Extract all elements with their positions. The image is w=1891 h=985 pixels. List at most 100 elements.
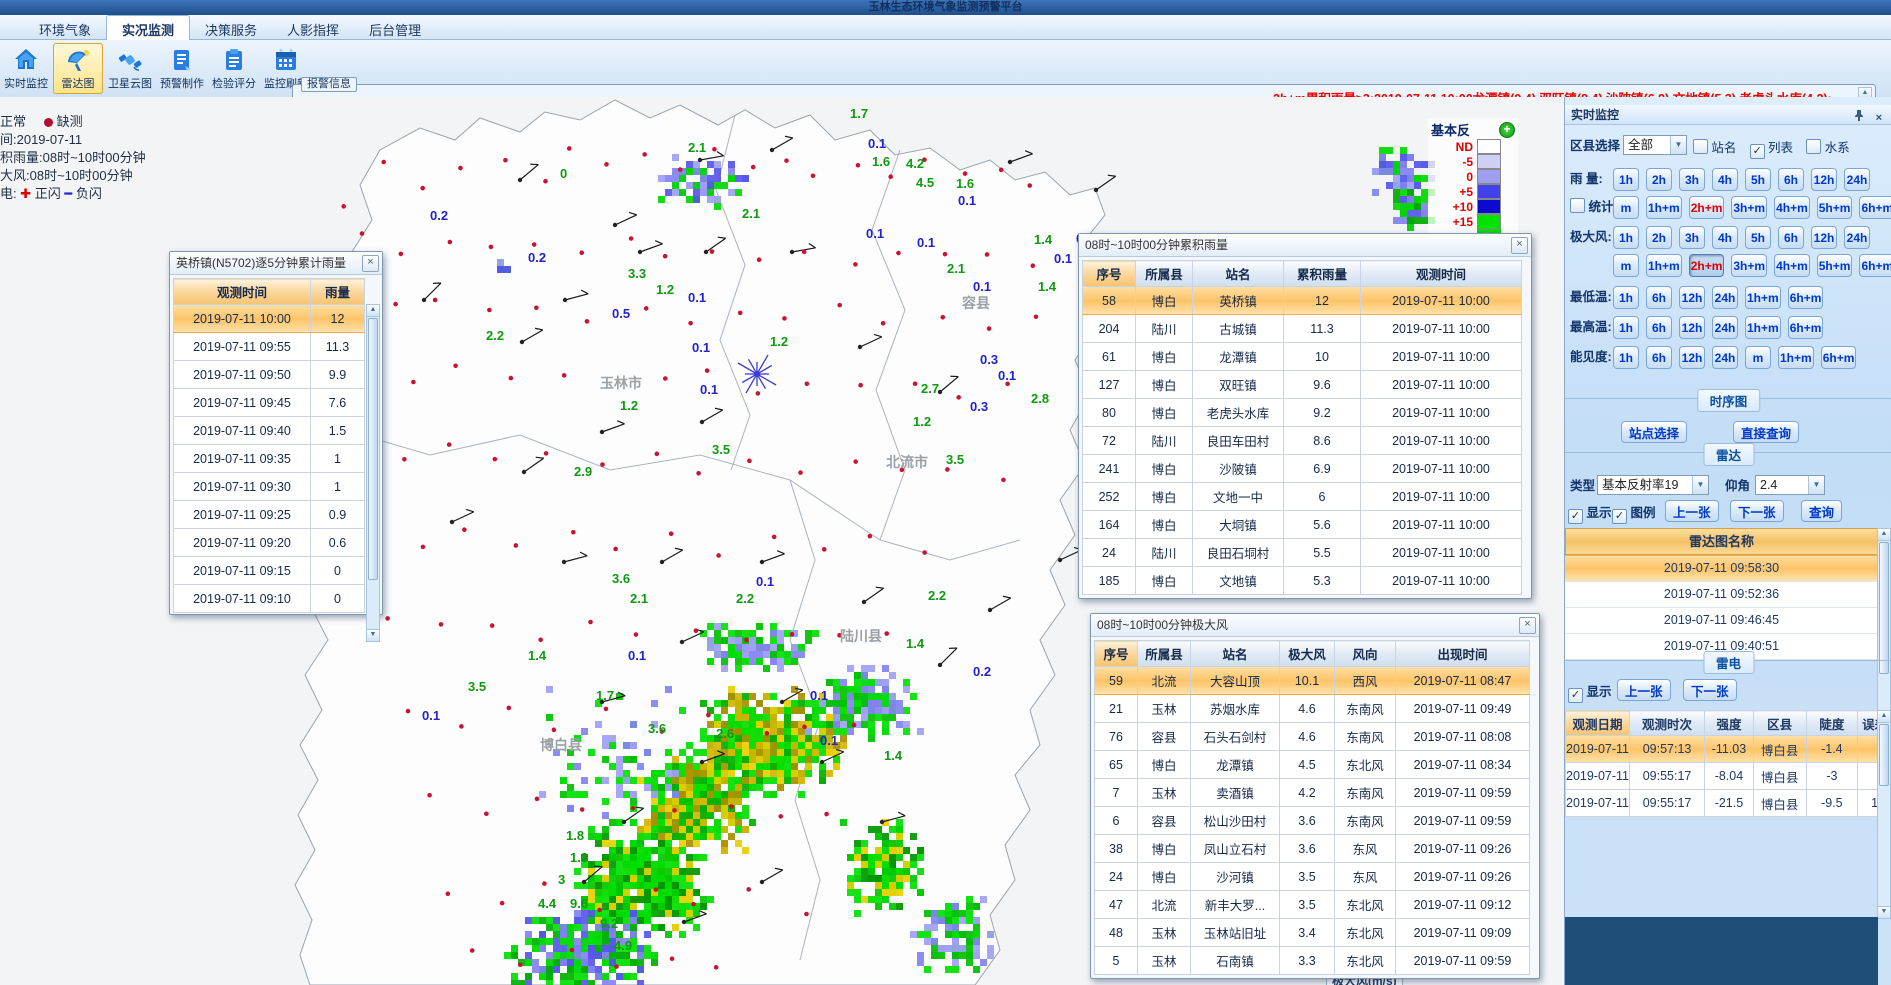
rain-period-button[interactable]: 4h [1712, 168, 1738, 191]
window-title-bar[interactable]: 英桥镇(N5702)逐5分钟累计雨量 × [170, 252, 382, 275]
radar-type-dropdown[interactable]: 基本反射率19▼ [1597, 475, 1709, 495]
radar-prev-button[interactable]: 上一张 [1665, 500, 1719, 522]
col-header-value[interactable]: 极大风 [1280, 641, 1335, 667]
table-row[interactable]: 252博白文地一中 62019-07-11 10:00 [1083, 483, 1522, 511]
wind-period-button[interactable]: 24h [1844, 226, 1870, 249]
col-header-time[interactable]: 观测时间 [1361, 261, 1522, 287]
tmin-period-button[interactable]: 6h+m [1788, 286, 1824, 309]
scroll-down-icon[interactable]: ▼ [367, 629, 379, 641]
table-row[interactable]: 2019-07-11 09:250.9 [174, 501, 365, 529]
col-header-time[interactable]: 观测时次 [1630, 711, 1705, 736]
table-row[interactable]: 80博白老虎头水库 9.22019-07-11 10:00 [1083, 399, 1522, 427]
wind-stat-button[interactable]: m [1613, 254, 1639, 277]
col-header-county[interactable]: 所属县 [1138, 641, 1191, 667]
col-header-seq[interactable]: 序号 [1083, 261, 1136, 287]
table-row[interactable]: 2019-07-11 09:301 [174, 473, 365, 501]
close-icon[interactable]: × [362, 255, 379, 272]
scroll-up-icon[interactable]: ▲ [367, 305, 379, 317]
table-row[interactable]: 241博白沙陂镇 6.92019-07-11 10:00 [1083, 455, 1522, 483]
col-header-slope[interactable]: 陡度 [1806, 711, 1858, 736]
lightning-show-check[interactable]: 显示 [1568, 681, 1612, 703]
station-rain-window[interactable]: 英桥镇(N5702)逐5分钟累计雨量 × 观测时间 雨量 2019-07-11 … [169, 251, 383, 615]
table-row[interactable]: 24博白沙河镇 3.5东风2019-07-11 09:26 [1095, 863, 1530, 891]
window-title-bar[interactable]: 08时~10时00分钟极大风 × [1091, 614, 1539, 637]
tmax-period-button[interactable]: 6h [1646, 316, 1672, 339]
wind-period-button[interactable]: 12h [1811, 226, 1837, 249]
table-row[interactable]: 65博白龙潭镇 4.5东北风2019-07-11 08:34 [1095, 751, 1530, 779]
table-row[interactable]: 7玉林卖酒镇 4.2东南风2019-07-11 09:59 [1095, 779, 1530, 807]
wind-stat-button[interactable]: 1h+m [1646, 254, 1682, 277]
tmin-period-button[interactable]: 1h+m [1745, 286, 1781, 309]
realtime-monitor-button[interactable]: 实时监控 [1, 43, 51, 94]
col-header-time[interactable]: 出现时间 [1396, 641, 1530, 667]
rain-period-button[interactable]: 2h [1646, 168, 1672, 191]
district-checkbox-item[interactable]: 站名 [1693, 141, 1740, 155]
table-row[interactable]: 48玉林玉林站旧址 3.4东北风2019-07-11 09:09 [1095, 919, 1530, 947]
radar-query-button[interactable]: 查询 [1801, 500, 1842, 522]
stat-checkbox-label[interactable]: 统计 [1570, 196, 1614, 215]
table-row[interactable]: 2019-07-11 09:509.9 [174, 361, 365, 389]
table-row[interactable]: 2019-07-11 09:401.5 [174, 417, 365, 445]
col-header-rain[interactable]: 雨量 [311, 279, 365, 305]
table-row[interactable]: 21玉林苏烟水库 4.6东南风2019-07-11 09:49 [1095, 695, 1530, 723]
lightning-table-scrollbar[interactable]: ▲ ▼ [1877, 710, 1891, 919]
tmax-period-button[interactable]: 12h [1679, 316, 1705, 339]
table-row[interactable]: 47北流新丰大罗... 3.5东北风2019-07-11 09:12 [1095, 891, 1530, 919]
radar-map-button[interactable]: 雷达图 [53, 43, 103, 94]
table-row[interactable]: 2019-07-11 09:200.6 [174, 529, 365, 557]
rain-period-button[interactable]: 24h [1844, 168, 1870, 191]
col-header-station[interactable]: 站名 [1193, 261, 1284, 287]
col-header-county[interactable]: 区县 [1753, 711, 1806, 736]
wind-stat-button[interactable]: 3h+m [1731, 254, 1767, 277]
col-header-time[interactable]: 观测时间 [174, 279, 311, 305]
table-row[interactable]: 2019-07-1109:57:13-11.03 博白县-1.4 [1566, 736, 1891, 763]
radar-list-item[interactable]: 2019-07-11 09:52:36 [1565, 582, 1878, 608]
panel-close-icon[interactable]: × [1876, 108, 1882, 128]
close-icon[interactable]: × [1519, 617, 1536, 634]
district-dropdown[interactable]: 全部▼ [1623, 135, 1687, 155]
radar-list-item[interactable]: 2019-07-11 09:46:45 [1565, 608, 1878, 634]
chevron-down-icon[interactable]: ▼ [1670, 136, 1686, 154]
radar-list-item[interactable]: 2019-07-11 09:58:30 [1565, 555, 1878, 582]
tmax-period-button[interactable]: 1h [1613, 316, 1639, 339]
lightning-next-button[interactable]: 下一张 [1683, 679, 1737, 701]
district-checkbox-item[interactable]: 水系 [1806, 141, 1849, 155]
table-row[interactable]: 2019-07-11 10:0012 [174, 305, 365, 333]
rain-period-button[interactable]: 1h [1613, 168, 1639, 191]
scroll-up-icon[interactable]: ▲ [1878, 711, 1890, 723]
rain-stat-button[interactable]: 4h+m [1774, 196, 1810, 219]
rain-stat-button[interactable]: 2h+m [1689, 196, 1725, 219]
rain-window-scrollbar[interactable]: ▲ ▼ [366, 304, 380, 642]
tmax-period-button[interactable]: 6h+m [1788, 316, 1824, 339]
visibility-period-button[interactable]: 6h [1646, 346, 1672, 369]
station-select-button[interactable]: 站点选择 [1621, 421, 1687, 443]
menu-tab-weathermod[interactable]: 人影指挥 [272, 16, 354, 42]
visibility-period-button[interactable]: 6h+m [1821, 346, 1857, 369]
chevron-down-icon[interactable]: ▼ [1692, 476, 1708, 494]
wind-stat-button[interactable]: 2h+m [1689, 254, 1725, 277]
wind-stat-button[interactable]: 4h+m [1774, 254, 1810, 277]
table-row[interactable]: 58博白英桥镇 122019-07-11 10:00 [1083, 287, 1522, 315]
radar-next-button[interactable]: 下一张 [1730, 500, 1784, 522]
pin-icon[interactable] [1854, 108, 1864, 128]
menu-tab-environment[interactable]: 环境气象 [24, 16, 106, 42]
satellite-cloud-button[interactable]: 卫星云图 [105, 43, 155, 94]
visibility-period-button[interactable]: 1h+m [1778, 346, 1814, 369]
table-row[interactable]: 61博白龙潭镇 102019-07-11 10:00 [1083, 343, 1522, 371]
rain-stat-button[interactable]: m [1613, 196, 1639, 219]
visibility-period-button[interactable]: 12h [1679, 346, 1705, 369]
menu-tab-backend[interactable]: 后台管理 [354, 16, 436, 42]
table-row[interactable]: 76容县石头石剑村 4.6东南风2019-07-11 08:08 [1095, 723, 1530, 751]
visibility-period-button[interactable]: m [1745, 346, 1771, 369]
wind-stat-button[interactable]: 5h+m [1817, 254, 1853, 277]
rain-period-button[interactable]: 5h [1745, 168, 1771, 191]
rain-period-button[interactable]: 3h [1679, 168, 1705, 191]
wind-period-button[interactable]: 5h [1745, 226, 1771, 249]
radar-show-check[interactable]: 显示 [1568, 502, 1612, 524]
wind-period-button[interactable]: 4h [1712, 226, 1738, 249]
table-row[interactable]: 2019-07-11 09:150 [174, 557, 365, 585]
rain-stat-button[interactable]: 6h+m [1859, 196, 1891, 219]
col-header-intensity[interactable]: 强度 [1705, 711, 1754, 736]
wind-period-button[interactable]: 3h [1679, 226, 1705, 249]
scroll-up-icon[interactable]: ▲ [1878, 529, 1890, 541]
